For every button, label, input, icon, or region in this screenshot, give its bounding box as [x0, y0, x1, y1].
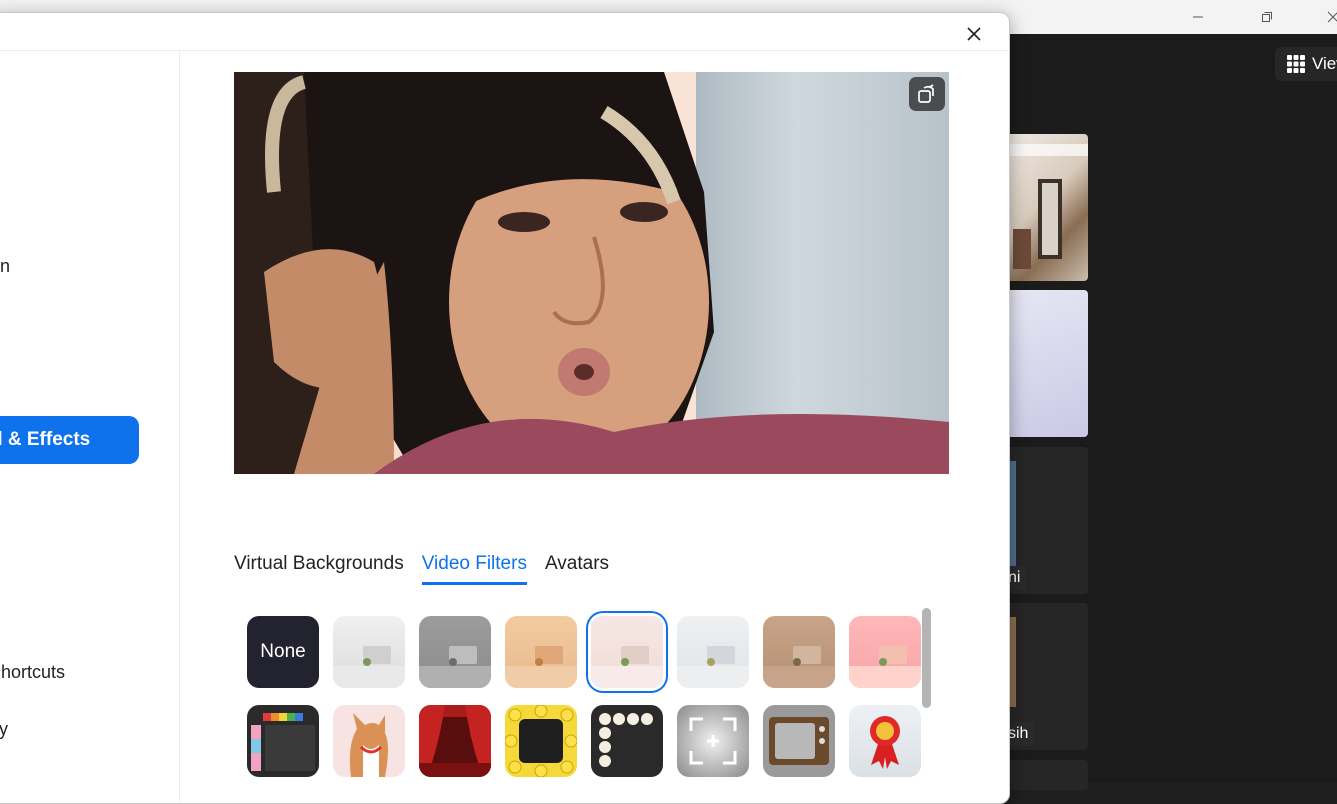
- filter-scrollbar-thumb[interactable]: [922, 608, 931, 708]
- participant-name: ni: [1008, 566, 1027, 590]
- filter-studio-tan[interactable]: [763, 616, 835, 688]
- settings-dialog: n d & Effects hortcuts y: [0, 12, 1010, 804]
- effects-tabs: Virtual Backgrounds Video Filters Avatar…: [234, 553, 609, 585]
- filter-retro-tv[interactable]: [763, 705, 835, 777]
- camera-feed: [234, 72, 949, 474]
- studio-thumbnail: [849, 646, 921, 688]
- filter-studio-pink[interactable]: [849, 616, 921, 688]
- studio-thumbnail: [677, 646, 749, 688]
- studio-thumbnail: [505, 646, 577, 688]
- rotate-camera-button[interactable]: [909, 77, 945, 111]
- sidebar-item-shortcuts[interactable]: hortcuts: [1, 662, 65, 683]
- filter-focus-frame[interactable]: [677, 705, 749, 777]
- window-close-icon[interactable]: [1310, 0, 1337, 34]
- filter-studio-light[interactable]: [677, 616, 749, 688]
- room-video: [1008, 144, 1088, 269]
- filter-studio-gray[interactable]: [419, 616, 491, 688]
- bulb-frame-thumbnail: [599, 713, 653, 767]
- view-button[interactable]: View: [1275, 47, 1337, 81]
- settings-sidebar: n d & Effects hortcuts y: [0, 51, 180, 803]
- rainbow-frame-thumbnail: [251, 713, 315, 771]
- filter-theater-curtains[interactable]: [419, 705, 491, 777]
- tab-video-filters[interactable]: Video Filters: [421, 553, 527, 585]
- filter-studio-peach[interactable]: [505, 616, 577, 688]
- filter-studio-blush[interactable]: [591, 616, 663, 688]
- ribbon-award-thumbnail: [870, 716, 900, 769]
- participant-tile[interactable]: ni: [1008, 447, 1088, 594]
- filter-studio-white[interactable]: [333, 616, 405, 688]
- corgi-thumbnail: [349, 713, 388, 777]
- participant-tile[interactable]: sih: [1008, 603, 1088, 750]
- studio-thumbnail: [333, 646, 405, 688]
- focus-frame-thumbnail: [689, 717, 737, 765]
- participant-tile[interactable]: [1008, 134, 1088, 281]
- grid-icon: [1287, 55, 1305, 73]
- view-label: View: [1312, 54, 1337, 73]
- filter-ribbon-award[interactable]: [849, 705, 921, 777]
- filter-bulb-frame[interactable]: [591, 705, 663, 777]
- emoji-frame-thumbnail: [505, 705, 577, 777]
- filter-emoji-frame[interactable]: [505, 705, 577, 777]
- studio-thumbnail: [763, 646, 835, 688]
- sidebar-item[interactable]: y: [0, 719, 8, 740]
- close-icon[interactable]: [963, 23, 985, 45]
- filter-corgi[interactable]: [333, 705, 405, 777]
- filter-tv-frame-rainbow[interactable]: [247, 705, 319, 777]
- studio-thumbnail: [591, 646, 663, 688]
- tab-virtual-backgrounds[interactable]: Virtual Backgrounds: [234, 553, 404, 585]
- sidebar-item-background-effects[interactable]: d & Effects: [0, 416, 139, 464]
- filter-none-label: None: [260, 641, 306, 662]
- participant-tile[interactable]: [1008, 760, 1088, 790]
- sidebar-item[interactable]: n: [0, 256, 10, 277]
- minimize-icon[interactable]: [1175, 0, 1221, 34]
- retro-tv-thumbnail: [769, 717, 829, 765]
- filter-none[interactable]: None: [247, 616, 319, 688]
- curtains-thumbnail: [419, 705, 491, 777]
- video-preview: [234, 72, 949, 474]
- rotate-camera-icon: [918, 84, 934, 103]
- participant-tile[interactable]: [1008, 290, 1088, 437]
- restore-icon[interactable]: [1244, 0, 1290, 34]
- tab-avatars[interactable]: Avatars: [545, 553, 609, 585]
- studio-thumbnail: [419, 646, 491, 688]
- participant-name: sih: [1008, 722, 1035, 746]
